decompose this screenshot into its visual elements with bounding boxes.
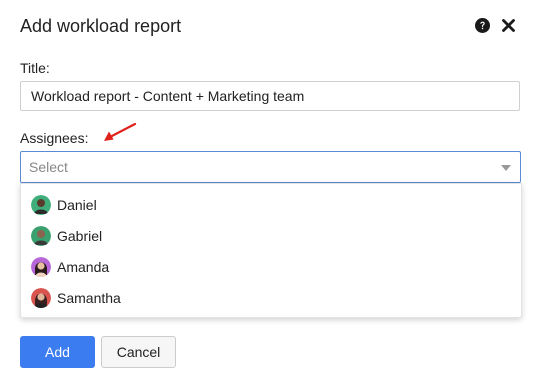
option-daniel[interactable]: Daniel bbox=[21, 189, 521, 220]
cancel-button[interactable]: Cancel bbox=[101, 336, 176, 368]
avatar bbox=[31, 288, 51, 308]
assignees-select-placeholder: Select bbox=[29, 159, 68, 175]
option-label: Amanda bbox=[57, 259, 110, 275]
dialog-title: Add workload report bbox=[20, 16, 182, 36]
assignees-dropdown: Daniel Gabriel Amanda Samantha bbox=[20, 183, 522, 318]
option-gabriel[interactable]: Gabriel bbox=[21, 220, 521, 251]
question-circle-icon[interactable] bbox=[475, 18, 490, 33]
option-samantha[interactable]: Samantha bbox=[21, 282, 521, 313]
option-label: Samantha bbox=[57, 290, 121, 306]
caret-down-icon[interactable] bbox=[501, 165, 511, 171]
avatar bbox=[31, 195, 51, 215]
add-button[interactable]: Add bbox=[20, 336, 95, 368]
add-workload-report-dialog: Add workload report Title: Assignees: Se… bbox=[0, 0, 536, 385]
avatar bbox=[31, 257, 51, 277]
assignees-select[interactable]: Select bbox=[20, 151, 521, 183]
avatar bbox=[31, 226, 51, 246]
option-label: Gabriel bbox=[57, 228, 103, 244]
red-arrow-annotation bbox=[104, 122, 137, 141]
title-label: Title: bbox=[20, 60, 50, 76]
option-amanda[interactable]: Amanda bbox=[21, 251, 521, 282]
close-icon[interactable] bbox=[502, 19, 515, 32]
assignees-label: Assignees: bbox=[20, 130, 89, 146]
title-input[interactable] bbox=[20, 81, 520, 111]
option-label: Daniel bbox=[57, 197, 97, 213]
